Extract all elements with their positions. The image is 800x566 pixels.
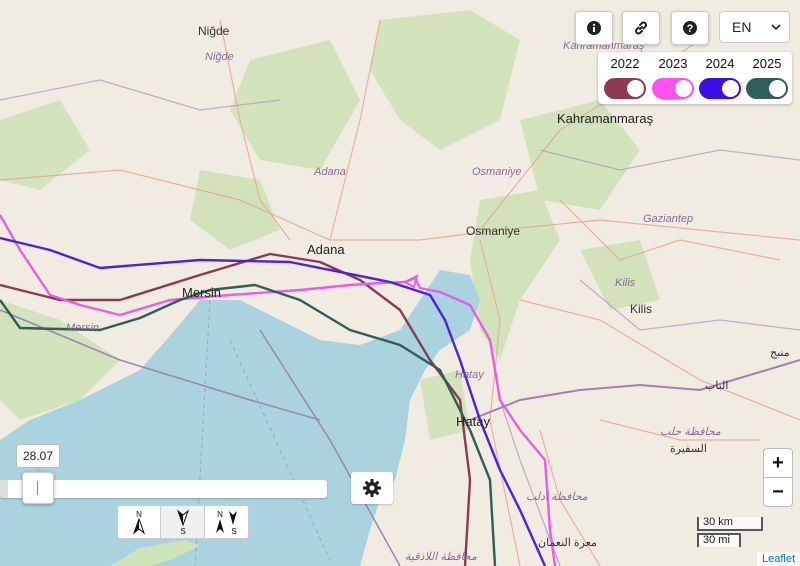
toggle-knob [627,80,644,97]
label-mersin: Mersin [182,285,221,300]
label-hatay: Hatay [456,414,490,429]
year-toggle-2024[interactable] [699,78,741,99]
label-adana-province: Adana [313,166,346,178]
label-safira: السفيرة [670,443,707,455]
year-label-2024: 2024 [705,56,735,71]
year-label-2022: 2022 [610,56,640,71]
help-button[interactable]: ? [671,11,709,45]
settings-button[interactable] [351,472,393,504]
south-up-button[interactable]: S [160,505,205,539]
timeline-slider-handle[interactable] [22,472,54,504]
label-kilis-province: Kilis [615,277,636,289]
label-osmaniye-province: Osmaniye [472,166,522,178]
toggle-knob [675,80,692,97]
toggle-knob [722,80,739,97]
label-osmaniye: Osmaniye [466,224,520,238]
scale-mi: 30 mi [697,533,741,547]
south-arrow-icon: S [176,509,189,535]
label-idlib-governorate: محافظة ادلب [526,491,588,503]
label-latakia-governorate: محافظة اللاذقية [405,551,477,563]
attribution-link[interactable]: Leaflet [756,552,800,566]
zoom-in-button[interactable]: + [763,448,793,478]
label-nigde: Niğde [198,24,230,38]
year-toggle-2022[interactable] [604,78,646,99]
both-arrows-button[interactable]: NS [204,505,249,539]
link-button[interactable] [622,11,660,45]
label-albab: الباب [705,380,728,392]
zoom-out-button[interactable]: − [763,477,793,507]
label-manbij: منبج [770,347,790,359]
link-icon [635,21,647,35]
info-button[interactable] [575,11,613,45]
north-arrow-icon: N [132,510,146,535]
info-icon [587,21,601,35]
question-icon: ? [683,21,697,35]
timeline-slider-fill [0,480,8,498]
toggle-knob [769,80,786,97]
label-gaziantep-province: Gaziantep [643,213,693,225]
timeline-value-badge: 28.07 [16,444,60,473]
label-hatay-province: Hatay [455,369,485,381]
year-label-2025: 2025 [752,56,782,71]
label-kahramanmaras: Kahramanmaraş [557,111,654,126]
label-aleppo-governorate: محافظة حلب [660,426,721,438]
svg-text:?: ? [687,23,694,35]
gear-icon [363,479,381,497]
year-label-2023: 2023 [658,56,688,71]
chevron-down-icon [771,24,781,31]
svg-text:N: N [136,510,142,519]
year-toggle-2025[interactable] [746,78,788,99]
svg-text:S: S [231,527,236,535]
language-select[interactable]: EN [719,11,790,43]
label-maarat: معرة النعمان [538,537,597,549]
north-up-button[interactable]: N [117,505,161,539]
compass-both-icon: NS [215,510,237,535]
label-kilis: Kilis [630,302,652,316]
scale-km: 30 km [697,517,763,531]
svg-text:S: S [180,527,185,535]
label-nigde-province: Niğde [205,51,234,63]
label-adana: Adana [307,242,345,257]
label-mersin-province: Mersin [66,322,99,334]
year-toggle-panel: 2022 2023 2024 2025 [598,52,792,104]
year-toggle-2023[interactable] [652,78,694,99]
language-value: EN [732,19,752,35]
svg-text:N: N [217,510,223,519]
